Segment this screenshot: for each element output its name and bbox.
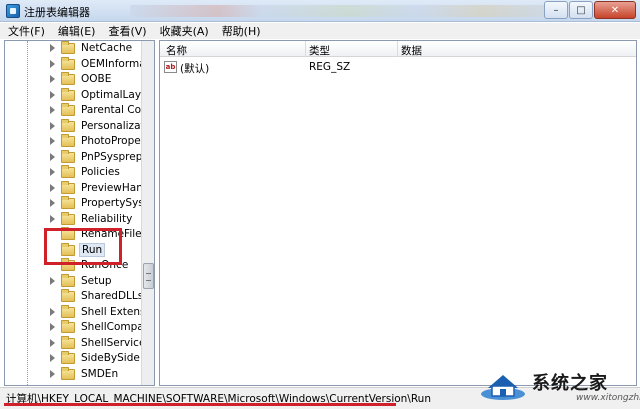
column-header-name[interactable]: 名称 [166,43,187,58]
registry-tree-pane[interactable]: NetCache OEMInformatio OOBE OptimalLayou… [4,40,155,386]
tree-item-sidebyside[interactable]: SideBySide [5,351,143,366]
annotation-highlight-box [44,228,122,265]
list-header: 名称 类型 数据 [160,41,636,57]
tree-vertical-scrollbar[interactable] [141,41,154,385]
expand-arrow-icon[interactable] [50,137,55,145]
expand-arrow-icon[interactable] [50,354,55,362]
tree-item-shareddlls[interactable]: SharedDLLs [5,289,143,304]
tree-item-optimallayout[interactable]: OptimalLayout [5,87,154,103]
expand-arrow-icon[interactable] [50,276,55,285]
expand-arrow-icon[interactable] [50,369,55,378]
tree-item-policies[interactable]: Policies [5,165,143,180]
tree-item-label: SharedDLLs [81,290,144,302]
tree-item-shell-extensions[interactable]: Shell Extension [5,304,154,320]
tree-item-label: SideBySide [81,352,140,364]
value-name: (默认) [180,63,210,75]
folder-icon [61,41,75,54]
expand-arrow-icon[interactable] [50,106,55,114]
expand-arrow-icon[interactable] [50,199,55,207]
column-header-type[interactable]: 类型 [309,43,330,58]
menu-view[interactable]: 查看(V) [108,23,146,39]
menu-favorites[interactable]: 收藏夹(A) [160,23,209,39]
expand-arrow-icon[interactable] [50,44,55,52]
folder-icon [61,165,75,178]
tree-item-previewhandlers[interactable]: PreviewHandle [5,180,154,196]
tree-item-parental-controls[interactable]: Parental Contr [5,103,154,118]
column-header-data[interactable]: 数据 [401,43,422,58]
blurred-taskbar-background [130,5,570,17]
tree-item-label: OOBE [81,73,112,85]
expand-arrow-icon[interactable] [50,152,55,161]
expand-arrow-icon[interactable] [50,338,55,347]
expand-arrow-icon[interactable] [50,59,55,68]
folder-icon [61,320,75,333]
annotation-underline [4,403,396,406]
folder-icon [61,87,75,101]
tree-item-oobe[interactable]: OOBE [5,72,143,87]
folder-icon [61,118,75,132]
folder-icon [61,56,75,70]
menu-edit[interactable]: 编辑(E) [58,23,96,39]
expand-arrow-icon[interactable] [50,75,55,83]
title-bar[interactable]: 注册表编辑器 – □ ✕ [0,0,640,22]
expand-arrow-icon[interactable] [50,307,55,316]
tree-item-setup[interactable]: Setup [5,273,143,289]
folder-icon [61,196,75,209]
tree-item-label: Setup [81,274,112,287]
watermark: 系统之家 www.xitongzhijia.net [472,364,640,409]
close-button[interactable]: ✕ [594,1,636,19]
expand-arrow-icon[interactable] [50,323,55,331]
tree-item-label: NetCache [81,42,133,54]
folder-icon [61,211,75,225]
house-logo-icon [481,375,525,400]
menu-help[interactable]: 帮助(H) [222,23,261,39]
expand-arrow-icon[interactable] [50,168,55,176]
tree-item-shellcompatibility[interactable]: ShellCompatib [5,320,154,335]
folder-icon [61,366,75,380]
tree-item-label: SMDEn [81,367,119,380]
tree-item-netcache[interactable]: NetCache [5,41,143,56]
folder-icon [61,149,75,163]
tree-item-shellserviceobjects[interactable]: ShellServiceOb [5,335,154,351]
regedit-app-icon [6,4,20,18]
tree-item-personalization[interactable]: Personalization [5,118,154,134]
folder-icon [61,134,75,147]
tree-item-reliability[interactable]: Reliability [5,211,143,227]
string-value-icon: ab [164,61,177,73]
tree-item-smdeb[interactable]: SMDEn [5,366,143,382]
expand-arrow-icon[interactable] [50,183,55,192]
folder-icon [61,335,75,349]
tree-item-oeminformation[interactable]: OEMInformatio [5,56,154,72]
maximize-button[interactable]: □ [569,1,593,19]
folder-icon [61,72,75,85]
folder-icon [61,273,75,287]
window-controls: – □ ✕ [544,1,636,19]
folder-icon [61,304,75,318]
folder-icon [61,103,75,116]
window-title: 注册表编辑器 [24,6,90,19]
expand-arrow-icon[interactable] [50,121,55,130]
value-type: REG_SZ [309,61,351,73]
tree-item-label: PnPSysprep [81,150,143,163]
minimize-button[interactable]: – [544,1,568,19]
tree-item-pnpsysprep[interactable]: PnPSysprep [5,149,143,165]
folder-icon [61,180,75,194]
menu-file[interactable]: 文件(F) [8,23,45,39]
tree-item-propertysystem[interactable]: PropertySyster [5,196,154,211]
tree-item-photopropertyhandler[interactable]: PhotoProperty [5,134,154,149]
expand-arrow-icon[interactable] [50,90,55,99]
tree-item-label: Reliability [81,212,133,225]
expand-arrow-icon[interactable] [50,214,55,223]
watermark-text: 系统之家 [532,373,608,394]
value-row[interactable]: ab (默认) REG_SZ [160,60,636,75]
column-divider[interactable] [305,41,306,57]
registry-values-pane[interactable]: 名称 类型 数据 ab (默认) REG_SZ [159,40,637,386]
menu-bar: 文件(F) 编辑(E) 查看(V) 收藏夹(A) 帮助(H) [0,23,640,39]
folder-icon [61,351,75,364]
scrollbar-thumb[interactable] [143,263,154,289]
watermark-url: www.xitongzhijia.net [576,393,640,403]
column-divider[interactable] [397,41,398,57]
folder-icon [61,289,75,302]
tree-item-label: Policies [81,166,120,178]
